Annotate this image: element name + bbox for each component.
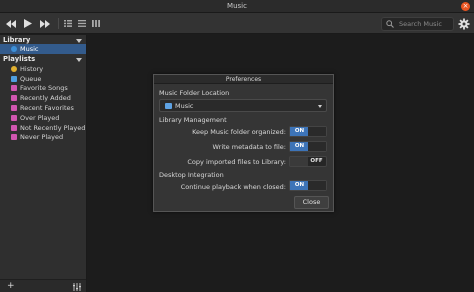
toolbar: Search Music [0,13,474,34]
previous-track-button[interactable] [4,17,18,30]
sidebar-item-never-played[interactable]: Never Played [0,133,86,143]
search-placeholder: Search Music [399,20,442,28]
play-icon [24,19,32,28]
view-compact-button[interactable] [76,18,88,29]
copy-imported-label: Copy imported files to Library: [187,158,286,166]
switch-slider [308,142,326,151]
view-list-button[interactable] [62,18,74,29]
dialog-title: Preferences [154,75,333,84]
playlists-collapse-arrow[interactable] [76,58,82,62]
toolbar-separator [58,18,59,29]
smart-playlist-icon [11,95,17,102]
sidebar-footer: + [0,279,86,292]
add-playlist-button[interactable]: + [7,281,15,291]
sidebar-item-recent-favorites[interactable]: Recent Favorites [0,103,86,113]
continue-playback-switch[interactable]: ON [289,180,327,191]
music-folder-chooser[interactable]: Music [159,99,327,112]
search-field[interactable]: Search Music [381,17,454,31]
queue-icon [11,75,17,82]
keep-organized-switch[interactable]: ON [289,126,327,137]
switch-state: ON [290,181,309,190]
play-button[interactable] [21,17,35,30]
sidebar-item-over-played[interactable]: Over Played [0,113,86,123]
settings-button[interactable] [458,18,470,30]
desktop-integration-heading: Desktop Integration [159,171,224,179]
library-heading: Library [3,36,31,44]
switch-state: OFF [310,158,323,164]
column-view-icon [92,20,100,27]
close-button[interactable]: Close [294,196,329,209]
sidebar-item-not-recently-played[interactable]: Not Recently Played [0,123,86,133]
write-metadata-label: Write metadata to file: [212,143,286,151]
sidebar-item-queue[interactable]: Queue [0,74,86,84]
sidebar-item-music[interactable]: Music [0,44,86,54]
library-management-heading: Library Management [159,116,227,124]
switch-state: ON [290,142,309,151]
continue-playback-label: Continue playback when closed: [180,183,286,191]
title-bar: Music × [0,0,474,13]
smart-playlist-icon [11,134,17,141]
switch-slider [308,127,326,136]
sidebar-item-history[interactable]: History [0,64,86,74]
keep-organized-label: Keep Music folder organized: [192,128,286,136]
sidebar-item-recently-added[interactable]: Recently Added [0,93,86,103]
write-metadata-switch[interactable]: ON [289,141,327,152]
copy-imported-switch[interactable]: OFF [289,156,327,167]
switch-slider [290,157,308,166]
folder-icon [165,102,172,109]
music-folder-value: Music [175,101,194,110]
playlists-heading: Playlists [3,55,36,63]
switch-state: ON [290,127,309,136]
next-track-button[interactable] [38,17,52,30]
music-folder-heading: Music Folder Location [159,89,230,97]
smart-playlist-icon [11,105,17,112]
preferences-dialog: Preferences Music Folder Location Music … [153,74,334,212]
next-icon [40,19,50,28]
compact-view-icon [78,20,86,27]
equalizer-button[interactable] [73,283,81,291]
switch-slider [308,181,326,190]
sidebar-item-favorite-songs[interactable]: Favorite Songs [0,84,86,94]
search-icon [386,20,395,29]
window-title: Music [227,2,247,10]
smart-playlist-icon [11,114,17,121]
list-view-icon [64,20,72,27]
chevron-down-icon [318,105,322,108]
sidebar: Library Music Playlists History Queue Fa… [0,35,87,292]
library-collapse-arrow[interactable] [76,39,82,43]
history-icon [11,65,17,72]
music-note-icon [11,45,17,52]
gear-icon [458,18,470,30]
smart-playlist-icon [11,124,17,131]
equalizer-icon [73,283,81,291]
smart-playlist-icon [11,85,17,92]
previous-icon [6,19,16,28]
window-close-button[interactable]: × [461,2,470,11]
view-columns-button[interactable] [90,18,102,29]
